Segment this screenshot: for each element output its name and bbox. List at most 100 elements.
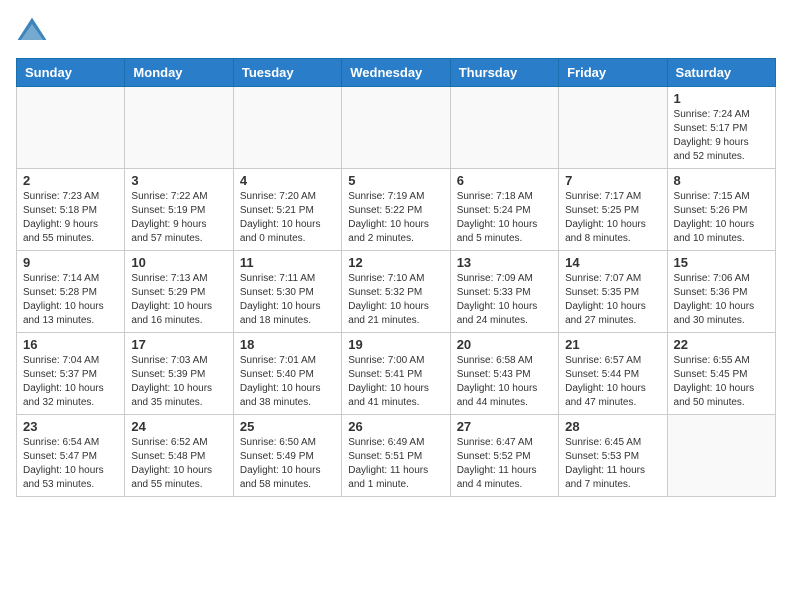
day-number: 5 <box>348 173 443 188</box>
day-number: 19 <box>348 337 443 352</box>
weekday-header-thursday: Thursday <box>450 59 558 87</box>
day-info: Sunrise: 6:50 AM Sunset: 5:49 PM Dayligh… <box>240 436 335 492</box>
calendar-cell: 6 Sunrise: 7:18 AM Sunset: 5:24 PM Daylig… <box>450 169 558 251</box>
day-info: Sunrise: 7:06 AM Sunset: 5:36 PM Dayligh… <box>674 272 769 328</box>
day-info: Sunrise: 7:23 AM Sunset: 5:18 PM Dayligh… <box>23 190 118 246</box>
calendar-cell: 9 Sunrise: 7:14 AM Sunset: 5:28 PM Daylig… <box>17 251 125 333</box>
calendar-cell: 13 Sunrise: 7:09 AM Sunset: 5:33 PM Dayli… <box>450 251 558 333</box>
day-number: 27 <box>457 419 552 434</box>
calendar-cell: 15 Sunrise: 7:06 AM Sunset: 5:36 PM Dayli… <box>667 251 775 333</box>
calendar-cell: 12Sunrise: 7:10 AM Sunset: 5:32 PM Dayli… <box>342 251 450 333</box>
calendar-cell: 19 Sunrise: 7:00 AM Sunset: 5:41 PM Dayli… <box>342 333 450 415</box>
calendar-cell: 16 Sunrise: 7:04 AM Sunset: 5:37 PM Dayli… <box>17 333 125 415</box>
calendar-cell: 3Sunrise: 7:22 AM Sunset: 5:19 PM Daylig… <box>125 169 233 251</box>
calendar-cell: 11Sunrise: 7:11 AM Sunset: 5:30 PM Dayli… <box>233 251 341 333</box>
day-number: 15 <box>674 255 769 270</box>
day-info: Sunrise: 7:14 AM Sunset: 5:28 PM Dayligh… <box>23 272 118 328</box>
calendar-cell <box>17 87 125 169</box>
weekday-header-friday: Friday <box>559 59 667 87</box>
calendar-cell: 28Sunrise: 6:45 AM Sunset: 5:53 PM Dayli… <box>559 415 667 497</box>
calendar-week-row: 23 Sunrise: 6:54 AM Sunset: 5:47 PM Dayli… <box>17 415 776 497</box>
day-number: 18 <box>240 337 335 352</box>
weekday-header-wednesday: Wednesday <box>342 59 450 87</box>
day-info: Sunrise: 7:24 AM Sunset: 5:17 PM Dayligh… <box>674 108 769 164</box>
day-info: Sunrise: 7:13 AM Sunset: 5:29 PM Dayligh… <box>131 272 226 328</box>
calendar-cell: 21 Sunrise: 6:57 AM Sunset: 5:44 PM Dayli… <box>559 333 667 415</box>
calendar-cell <box>450 87 558 169</box>
day-number: 21 <box>565 337 660 352</box>
day-number: 20 <box>457 337 552 352</box>
calendar-week-row: 16 Sunrise: 7:04 AM Sunset: 5:37 PM Dayli… <box>17 333 776 415</box>
calendar-cell: 4 Sunrise: 7:20 AM Sunset: 5:21 PM Daylig… <box>233 169 341 251</box>
day-info: Sunrise: 7:09 AM Sunset: 5:33 PM Dayligh… <box>457 272 552 328</box>
day-number: 6 <box>457 173 552 188</box>
calendar-cell: 27 Sunrise: 6:47 AM Sunset: 5:52 PM Dayli… <box>450 415 558 497</box>
calendar-cell: 23 Sunrise: 6:54 AM Sunset: 5:47 PM Dayli… <box>17 415 125 497</box>
day-info: Sunrise: 6:45 AM Sunset: 5:53 PM Dayligh… <box>565 436 660 492</box>
day-number: 10 <box>131 255 226 270</box>
day-info: Sunrise: 6:52 AM Sunset: 5:48 PM Dayligh… <box>131 436 226 492</box>
day-info: Sunrise: 7:03 AM Sunset: 5:39 PM Dayligh… <box>131 354 226 410</box>
weekday-header-sunday: Sunday <box>17 59 125 87</box>
day-info: Sunrise: 6:55 AM Sunset: 5:45 PM Dayligh… <box>674 354 769 410</box>
day-number: 22 <box>674 337 769 352</box>
day-number: 1 <box>674 91 769 106</box>
day-number: 24 <box>131 419 226 434</box>
day-number: 25 <box>240 419 335 434</box>
day-info: Sunrise: 7:04 AM Sunset: 5:37 PM Dayligh… <box>23 354 118 410</box>
calendar-header-row: SundayMondayTuesdayWednesdayThursdayFrid… <box>17 59 776 87</box>
day-number: 16 <box>23 337 118 352</box>
day-number: 2 <box>23 173 118 188</box>
calendar-cell: 10 Sunrise: 7:13 AM Sunset: 5:29 PM Dayli… <box>125 251 233 333</box>
day-number: 7 <box>565 173 660 188</box>
calendar-cell <box>559 87 667 169</box>
day-number: 23 <box>23 419 118 434</box>
day-number: 11 <box>240 255 335 270</box>
day-number: 3 <box>131 173 226 188</box>
weekday-header-monday: Monday <box>125 59 233 87</box>
day-number: 26 <box>348 419 443 434</box>
day-info: Sunrise: 7:01 AM Sunset: 5:40 PM Dayligh… <box>240 354 335 410</box>
calendar-cell <box>342 87 450 169</box>
day-info: Sunrise: 6:54 AM Sunset: 5:47 PM Dayligh… <box>23 436 118 492</box>
calendar-cell <box>125 87 233 169</box>
weekday-header-saturday: Saturday <box>667 59 775 87</box>
day-info: Sunrise: 7:18 AM Sunset: 5:24 PM Dayligh… <box>457 190 552 246</box>
calendar-cell: 17 Sunrise: 7:03 AM Sunset: 5:39 PM Dayli… <box>125 333 233 415</box>
day-info: Sunrise: 6:47 AM Sunset: 5:52 PM Dayligh… <box>457 436 552 492</box>
day-info: Sunrise: 7:17 AM Sunset: 5:25 PM Dayligh… <box>565 190 660 246</box>
logo <box>16 16 52 48</box>
day-number: 12 <box>348 255 443 270</box>
day-info: Sunrise: 6:58 AM Sunset: 5:43 PM Dayligh… <box>457 354 552 410</box>
calendar-cell: 1 Sunrise: 7:24 AM Sunset: 5:17 PM Daylig… <box>667 87 775 169</box>
calendar-cell: 26 Sunrise: 6:49 AM Sunset: 5:51 PM Dayli… <box>342 415 450 497</box>
weekday-header-tuesday: Tuesday <box>233 59 341 87</box>
calendar-week-row: 9 Sunrise: 7:14 AM Sunset: 5:28 PM Daylig… <box>17 251 776 333</box>
day-info: Sunrise: 6:57 AM Sunset: 5:44 PM Dayligh… <box>565 354 660 410</box>
calendar-week-row: 2 Sunrise: 7:23 AM Sunset: 5:18 PM Daylig… <box>17 169 776 251</box>
page-header <box>16 16 776 48</box>
calendar-week-row: 1 Sunrise: 7:24 AM Sunset: 5:17 PM Daylig… <box>17 87 776 169</box>
day-info: Sunrise: 7:15 AM Sunset: 5:26 PM Dayligh… <box>674 190 769 246</box>
calendar-cell: 20 Sunrise: 6:58 AM Sunset: 5:43 PM Dayli… <box>450 333 558 415</box>
calendar-cell <box>667 415 775 497</box>
day-info: Sunrise: 6:49 AM Sunset: 5:51 PM Dayligh… <box>348 436 443 492</box>
logo-icon <box>16 16 48 48</box>
calendar-cell: 5 Sunrise: 7:19 AM Sunset: 5:22 PM Daylig… <box>342 169 450 251</box>
day-number: 13 <box>457 255 552 270</box>
calendar-cell: 2 Sunrise: 7:23 AM Sunset: 5:18 PM Daylig… <box>17 169 125 251</box>
calendar-table: SundayMondayTuesdayWednesdayThursdayFrid… <box>16 58 776 497</box>
day-number: 9 <box>23 255 118 270</box>
day-info: Sunrise: 7:00 AM Sunset: 5:41 PM Dayligh… <box>348 354 443 410</box>
day-info: Sunrise: 7:20 AM Sunset: 5:21 PM Dayligh… <box>240 190 335 246</box>
day-number: 4 <box>240 173 335 188</box>
calendar-cell: 8Sunrise: 7:15 AM Sunset: 5:26 PM Daylig… <box>667 169 775 251</box>
day-info: Sunrise: 7:19 AM Sunset: 5:22 PM Dayligh… <box>348 190 443 246</box>
calendar-cell: 7 Sunrise: 7:17 AM Sunset: 5:25 PM Daylig… <box>559 169 667 251</box>
calendar-cell: 24 Sunrise: 6:52 AM Sunset: 5:48 PM Dayli… <box>125 415 233 497</box>
calendar-cell: 14Sunrise: 7:07 AM Sunset: 5:35 PM Dayli… <box>559 251 667 333</box>
calendar-cell <box>233 87 341 169</box>
day-number: 17 <box>131 337 226 352</box>
calendar-cell: 18 Sunrise: 7:01 AM Sunset: 5:40 PM Dayli… <box>233 333 341 415</box>
calendar-cell: 25 Sunrise: 6:50 AM Sunset: 5:49 PM Dayli… <box>233 415 341 497</box>
